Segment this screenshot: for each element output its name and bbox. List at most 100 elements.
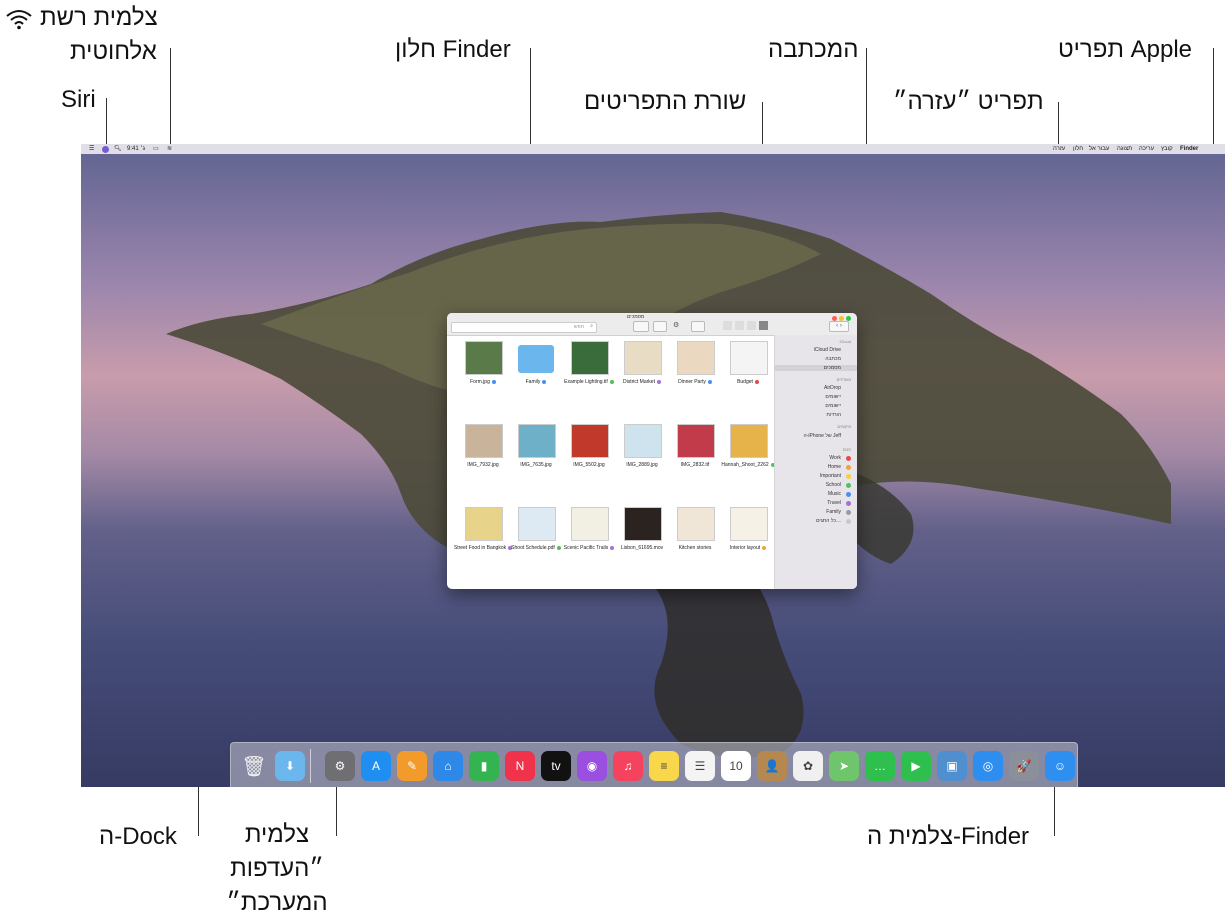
app-store-icon[interactable]: A: [361, 751, 391, 781]
share-button[interactable]: [653, 321, 667, 332]
icon-view-button[interactable]: [759, 321, 768, 330]
file-item[interactable]: Form.jpg: [453, 339, 513, 419]
contacts-icon[interactable]: 👤: [757, 751, 787, 781]
music-icon[interactable]: ♫: [613, 751, 643, 781]
messages-icon[interactable]: …: [865, 751, 895, 781]
file-item[interactable]: District Market: [612, 339, 672, 419]
file-name: Lisbon_61695.mov: [612, 545, 672, 552]
help-menu-callout: תפריט ״עזרה״: [893, 88, 1044, 115]
sidebar-tag-item[interactable]: School: [775, 482, 857, 491]
tag-color-dot: [846, 474, 851, 479]
podcasts-icon[interactable]: ◉: [577, 751, 607, 781]
pages-icon[interactable]: ✎: [397, 751, 427, 781]
sidebar-item-apps-2[interactable]: יישומים: [825, 403, 841, 409]
file-thumbnail: [624, 507, 662, 541]
file-tag-dot: [754, 379, 759, 384]
menu-window[interactable]: חלון: [1073, 145, 1083, 153]
file-item[interactable]: Family: [506, 339, 566, 419]
sidebar-tag-item[interactable]: Work: [775, 455, 857, 464]
file-thumbnail: [730, 507, 768, 541]
group-button[interactable]: [691, 321, 705, 332]
file-item[interactable]: Dinner Party: [665, 339, 725, 419]
menu-bar: ☰ 🔍︎ 9:41 ג׳ ▭ ≋ עזרה חלון עבור אל תצוגה…: [81, 144, 1225, 154]
photos-icon[interactable]: ✿: [793, 751, 823, 781]
finder-icon[interactable]: ☺: [1045, 751, 1075, 781]
file-item[interactable]: IMG_7635.jpg: [506, 422, 566, 502]
sidebar-tag-item[interactable]: כל התגים…: [775, 518, 857, 527]
leader-system-prefs: [336, 780, 337, 836]
launchpad-icon[interactable]: 🚀: [1009, 751, 1039, 781]
action-gear-icon[interactable]: ⚙: [673, 321, 679, 329]
file-item[interactable]: Hannah_Shoot_2262: [718, 422, 778, 502]
menu-view[interactable]: תצוגה: [1117, 145, 1132, 153]
sidebar-item-downloads[interactable]: הורדות: [826, 412, 841, 418]
leader-menu-bar: [762, 102, 763, 146]
sidebar-tag-item[interactable]: Travel: [775, 500, 857, 509]
facetime-icon[interactable]: ▶: [901, 751, 931, 781]
file-item[interactable]: Budget: [718, 339, 778, 419]
sidebar-tag-label: School: [825, 482, 841, 488]
sidebar-item-desktop[interactable]: מכתבה: [825, 356, 841, 362]
airplay-icon[interactable]: ▭: [153, 145, 159, 153]
tags-button[interactable]: [633, 321, 649, 332]
trash-icon[interactable]: 🗑: [239, 751, 269, 781]
menubar-wifi-icon[interactable]: ≋: [167, 145, 172, 153]
menu-help[interactable]: עזרה: [1053, 145, 1065, 153]
sidebar-item-airdrop[interactable]: AirDrop: [824, 385, 841, 391]
file-item[interactable]: Scenic Pacific Trails: [559, 505, 619, 585]
safari-icon[interactable]: ◎: [973, 751, 1003, 781]
file-item[interactable]: Shoot Schedule.pdf: [506, 505, 566, 585]
finder-window[interactable]: מסמכים חפש ⌕ ⚙ ‹ › Form.jpg Family Example…: [447, 313, 857, 589]
maps-icon[interactable]: ➤: [829, 751, 859, 781]
numbers-icon[interactable]: ▮: [469, 751, 499, 781]
file-item[interactable]: IMG_5502.jpg: [559, 422, 619, 502]
window-close-button[interactable]: [832, 316, 837, 321]
file-item[interactable]: Example Lighting.tif: [559, 339, 619, 419]
notes-icon[interactable]: ≡: [649, 751, 679, 781]
siri-icon[interactable]: [102, 145, 109, 153]
leader-finder-icon: [1054, 780, 1055, 836]
file-item[interactable]: IMG_7932.jpg: [453, 422, 513, 502]
spotlight-search-icon[interactable]: 🔍︎: [114, 145, 122, 153]
window-zoom-button[interactable]: [846, 316, 851, 321]
window-minimize-button[interactable]: [839, 316, 844, 321]
menu-edit[interactable]: עריכה: [1139, 145, 1154, 153]
sidebar-tag-item[interactable]: Family: [775, 509, 857, 518]
file-item[interactable]: Kitchen stories: [665, 505, 725, 585]
file-name: Hannah_Shoot_2262: [718, 462, 778, 469]
reminders-icon[interactable]: ☰: [685, 751, 715, 781]
file-item[interactable]: Lisbon_61695.mov: [612, 505, 672, 585]
control-strip-icon[interactable]: ☰: [89, 145, 94, 153]
preview-icon[interactable]: ▣: [937, 751, 967, 781]
file-name: Dinner Party: [665, 379, 725, 386]
sidebar-tag-item[interactable]: Home: [775, 464, 857, 473]
sidebar-item-iphone[interactable]: ה-iPhone של Jeff: [804, 433, 841, 439]
file-item[interactable]: IMG_2889.jpg: [612, 422, 672, 502]
calendar-icon[interactable]: 10: [721, 751, 751, 781]
finder-file-grid: Form.jpg Family Example Lighting.tif Distri…: [447, 335, 775, 589]
system-preferences-icon[interactable]: ⚙: [325, 751, 355, 781]
file-item[interactable]: IMG_2832.tif: [665, 422, 725, 502]
back-forward-buttons[interactable]: ‹ ›: [829, 321, 849, 332]
sidebar-item-apps[interactable]: יישומים: [825, 394, 841, 400]
sidebar-item-icloud-drive[interactable]: iCloud Drive: [814, 347, 841, 353]
menu-go[interactable]: עבור אל: [1089, 145, 1109, 153]
news-icon[interactable]: N: [505, 751, 535, 781]
desktop[interactable]: ☰ 🔍︎ 9:41 ג׳ ▭ ≋ עזרה חלון עבור אל תצוגה…: [81, 144, 1225, 787]
finder-search-field[interactable]: חפש ⌕: [451, 322, 597, 333]
sidebar-tag-item[interactable]: Music: [775, 491, 857, 500]
menu-file[interactable]: קובץ: [1161, 145, 1173, 153]
keynote-icon[interactable]: ⌂: [433, 751, 463, 781]
file-thumbnail: [518, 507, 556, 541]
menu-app-name[interactable]: Finder: [1180, 145, 1198, 153]
list-view-button[interactable]: [747, 321, 756, 330]
downloads-folder-icon[interactable]: ⬇: [275, 751, 305, 781]
column-view-button[interactable]: [735, 321, 744, 330]
gallery-view-button[interactable]: [723, 321, 732, 330]
file-item[interactable]: Street Food in Bangkok: [453, 505, 513, 585]
sidebar-item-documents[interactable]: מסמכים: [775, 365, 857, 371]
sidebar-tag-item[interactable]: Important: [775, 473, 857, 482]
file-item[interactable]: Interior layout: [718, 505, 778, 585]
apple-tv-icon[interactable]: tv: [541, 751, 571, 781]
menubar-clock[interactable]: 9:41 ג׳: [127, 145, 145, 153]
